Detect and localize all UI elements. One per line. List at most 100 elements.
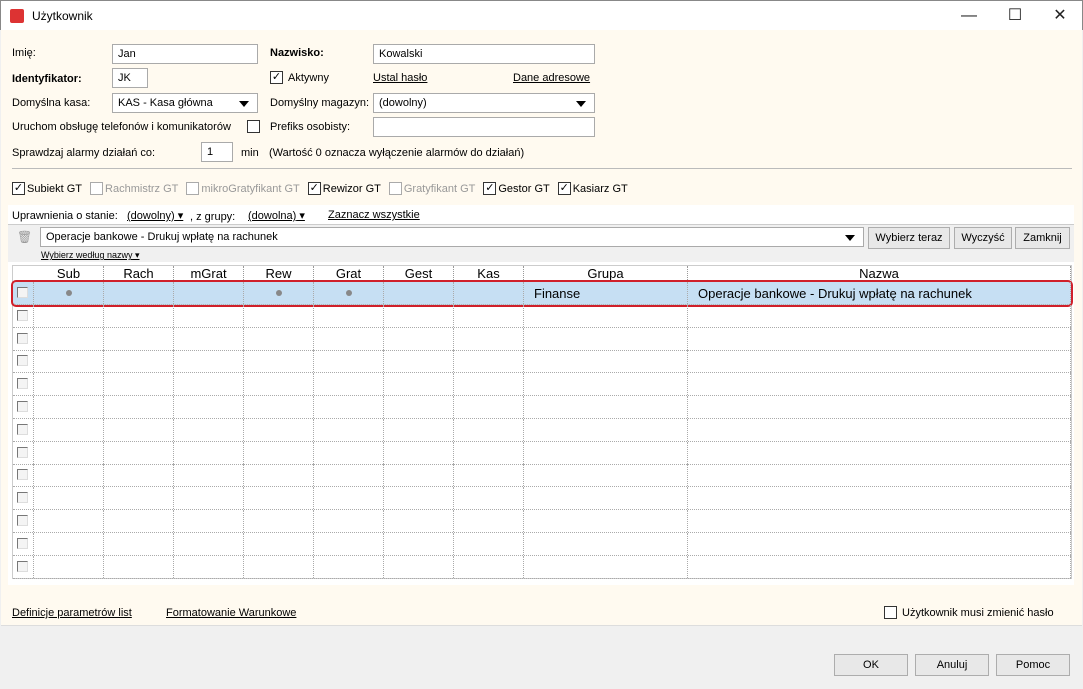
cell xyxy=(524,555,688,578)
table-row[interactable] xyxy=(13,510,1071,533)
cell xyxy=(524,418,688,441)
trash-icon[interactable]: 🗑 xyxy=(17,230,32,244)
close-search-button[interactable]: Zamknij xyxy=(1015,227,1070,249)
param-defs-link[interactable]: Definicje parametrów list xyxy=(12,607,132,619)
address-data-link[interactable]: Dane adresowe xyxy=(513,72,590,84)
cell xyxy=(454,396,524,418)
module-6[interactable]: ✓ Kasiarz GT xyxy=(557,182,628,195)
alarms-input[interactable]: 1 xyxy=(201,142,233,162)
table-row[interactable] xyxy=(13,327,1071,351)
module-label: Rewizor GT xyxy=(322,182,381,195)
column-header-sub[interactable]: Sub xyxy=(34,266,104,282)
cancel-button[interactable]: Anuluj xyxy=(915,654,989,676)
module-0[interactable]: ✓ Subiekt GT xyxy=(12,182,82,195)
cell xyxy=(104,373,174,396)
cell xyxy=(34,327,104,350)
table-row[interactable] xyxy=(13,532,1071,556)
select-all-link[interactable]: Zaznacz wszystkie xyxy=(328,209,420,221)
cell xyxy=(174,532,244,555)
row-checkbox[interactable] xyxy=(17,287,28,298)
table-row[interactable] xyxy=(13,464,1071,488)
row-checkbox[interactable] xyxy=(17,309,28,321)
row-checkbox[interactable] xyxy=(17,332,28,344)
first-name-label: Imię: xyxy=(12,47,36,59)
module-checkbox[interactable]: ✓ xyxy=(557,182,571,195)
row-checkbox[interactable] xyxy=(17,355,28,367)
row-checkbox[interactable] xyxy=(17,401,28,412)
column-header-kas[interactable]: Kas xyxy=(454,266,524,282)
cell xyxy=(454,304,524,327)
cell xyxy=(174,304,244,327)
phones-checkbox[interactable] xyxy=(247,120,260,133)
row-checkbox[interactable] xyxy=(17,515,28,526)
column-header-rach[interactable]: Rach xyxy=(104,266,174,282)
first-name-input[interactable]: Jan xyxy=(112,44,258,64)
state-dropdown[interactable]: (dowolny) ▾ xyxy=(127,209,183,222)
search-input[interactable]: Operacje bankowe - Drukuj wpłatę na rach… xyxy=(40,227,864,247)
cell xyxy=(454,350,524,373)
warehouse-select[interactable]: (dowolny) xyxy=(373,93,595,113)
help-button[interactable]: Pomoc xyxy=(996,654,1070,676)
must-change-checkbox[interactable] xyxy=(884,606,897,619)
table-row[interactable] xyxy=(13,304,1071,328)
cell xyxy=(314,464,384,487)
cell xyxy=(34,532,104,555)
active-checkbox[interactable]: ✓ xyxy=(270,71,283,84)
cell xyxy=(244,510,314,532)
minimize-button[interactable]: — xyxy=(946,1,992,31)
module-checkbox[interactable]: ✓ xyxy=(307,182,321,195)
set-password-link[interactable]: Ustal hasło xyxy=(373,72,427,84)
row-checkbox[interactable] xyxy=(17,560,28,572)
row-checkbox[interactable] xyxy=(17,423,28,435)
table-row[interactable] xyxy=(13,441,1071,465)
cell xyxy=(244,555,314,578)
cond-format-link[interactable]: Formatowanie Warunkowe xyxy=(166,607,296,619)
cell xyxy=(314,327,384,350)
column-header-grat[interactable]: Grat xyxy=(314,266,384,282)
table-row[interactable] xyxy=(13,396,1071,419)
column-header-nazwa[interactable]: Nazwa xyxy=(688,266,1071,282)
cell xyxy=(34,441,104,464)
cell xyxy=(104,441,174,464)
cell xyxy=(314,441,384,464)
table-row[interactable]: Finanse Operacje bankowe - Drukuj wpłatę … xyxy=(11,280,1073,307)
module-3[interactable]: ✓ Rewizor GT xyxy=(307,182,381,195)
row-checkbox[interactable] xyxy=(17,446,28,458)
state-value: (dowolny) xyxy=(127,210,175,222)
cell xyxy=(174,555,244,578)
column-header-rew[interactable]: Rew xyxy=(244,266,314,282)
table-row[interactable] xyxy=(13,487,1071,511)
clear-button[interactable]: Wyczyść xyxy=(954,227,1012,249)
cell xyxy=(174,418,244,441)
table-row[interactable] xyxy=(13,350,1071,374)
table-row[interactable] xyxy=(13,418,1071,442)
prefix-input[interactable] xyxy=(373,117,595,137)
group-dropdown[interactable]: (dowolna) ▾ xyxy=(248,209,305,222)
cell-name: Operacje bankowe - Drukuj wpłatę na rach… xyxy=(698,286,972,301)
maximize-button[interactable]: ☐ xyxy=(992,1,1038,31)
column-header-mgrat[interactable]: mGrat xyxy=(174,266,244,282)
row-checkbox[interactable] xyxy=(17,537,28,549)
row-checkbox[interactable] xyxy=(17,492,28,504)
last-name-input[interactable]: Kowalski xyxy=(373,44,595,64)
close-button[interactable]: ✕ xyxy=(1037,1,1083,31)
cash-select[interactable]: KAS - Kasa główna xyxy=(112,93,258,113)
cell xyxy=(314,350,384,373)
cell xyxy=(104,350,174,373)
module-label: Rachmistrz GT xyxy=(105,182,179,195)
id-input[interactable]: JK xyxy=(112,68,148,88)
column-header-gest[interactable]: Gest xyxy=(384,266,454,282)
table-row[interactable] xyxy=(13,373,1071,397)
module-5[interactable]: ✓ Gestor GT xyxy=(483,182,550,195)
ok-button[interactable]: OK xyxy=(834,654,908,676)
by-name-dropdown[interactable]: Wybierz według nazwy ▾ xyxy=(41,250,140,261)
module-checkbox[interactable]: ✓ xyxy=(12,182,25,195)
table-row[interactable] xyxy=(13,555,1071,579)
row-checkbox[interactable] xyxy=(17,378,28,390)
module-checkbox xyxy=(388,182,402,195)
column-header-grupa[interactable]: Grupa xyxy=(524,266,688,282)
choose-now-button[interactable]: Wybierz teraz xyxy=(868,227,950,249)
cell xyxy=(524,441,688,464)
module-checkbox[interactable]: ✓ xyxy=(483,182,497,195)
row-checkbox[interactable] xyxy=(17,469,28,481)
